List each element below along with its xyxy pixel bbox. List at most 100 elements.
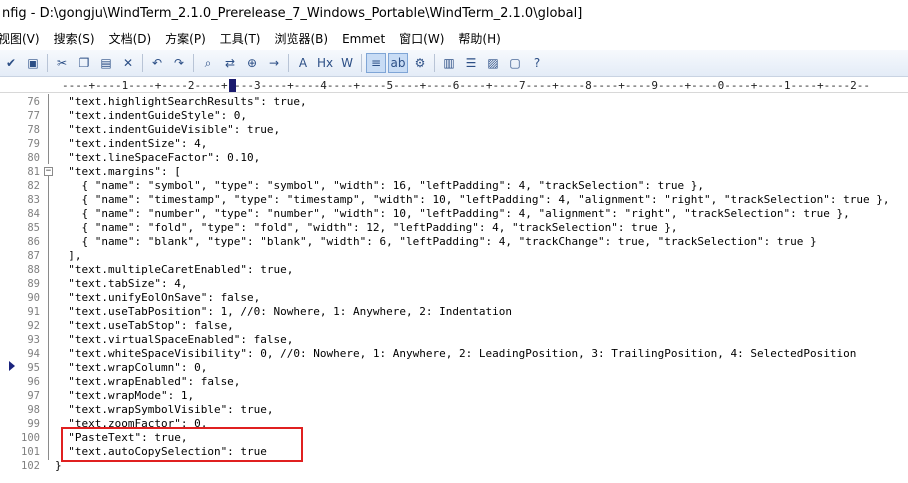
- code-line[interactable]: 95 "text.wrapColumn": 0,: [0, 361, 908, 375]
- code-line[interactable]: 83 { "name": "timestamp", "type": "times…: [0, 193, 908, 207]
- line-number: 100: [21, 432, 40, 444]
- menu-item-5[interactable]: 浏览器(B): [267, 28, 335, 50]
- menu-item-3[interactable]: 方案(P): [158, 28, 213, 50]
- line-code: "text.wrapEnabled": false,: [55, 375, 241, 388]
- line-number: 95: [27, 362, 40, 374]
- code-line[interactable]: 94 "text.whiteSpaceVisibility": 0, //0: …: [0, 347, 908, 361]
- goto-line-icon[interactable]: →: [264, 53, 284, 73]
- undo-icon[interactable]: ↶: [147, 53, 167, 73]
- font-icon[interactable]: A: [293, 53, 313, 73]
- code-line[interactable]: 101 "text.autoCopySelection": true: [0, 445, 908, 459]
- toolbar-separator: [288, 54, 289, 72]
- line-number: 99: [27, 418, 40, 430]
- redo-icon[interactable]: ↷: [169, 53, 189, 73]
- menu-item-4[interactable]: 工具(T): [213, 28, 268, 50]
- window-icon[interactable]: ▢: [505, 53, 525, 73]
- code-line[interactable]: 92 "text.useTabStop": false,: [0, 319, 908, 333]
- line-code: "text.wrapSymbolVisible": true,: [55, 403, 274, 416]
- word-wrap-icon[interactable]: W: [337, 53, 357, 73]
- line-number: 78: [27, 124, 40, 136]
- code-line[interactable]: 91 "text.useTabPosition": 1, //0: Nowher…: [0, 305, 908, 319]
- code-line[interactable]: 102}: [0, 459, 908, 473]
- abc-icon[interactable]: ab: [388, 53, 408, 73]
- line-number: 101: [21, 446, 40, 458]
- line-code: "text.virtualSpaceEnabled": false,: [55, 333, 294, 346]
- code-line[interactable]: 81− "text.margins": [: [0, 165, 908, 179]
- line-number: 93: [27, 334, 40, 346]
- line-code: "text.tabSize": 4,: [55, 277, 188, 290]
- code-line[interactable]: 80 "text.lineSpaceFactor": 0.10,: [0, 151, 908, 165]
- line-number: 76: [27, 96, 40, 108]
- menu-item-0[interactable]: 视图(V): [0, 28, 47, 50]
- find-in-files-icon[interactable]: ⊕: [242, 53, 262, 73]
- code-line[interactable]: 88 "text.multipleCaretEnabled": true,: [0, 263, 908, 277]
- line-code: "text.wrapColumn": 0,: [55, 361, 208, 374]
- code-line[interactable]: 86 { "name": "blank", "type": "blank", "…: [0, 235, 908, 249]
- code-line[interactable]: 99 "text.zoomFactor": 0,: [0, 417, 908, 431]
- code-line[interactable]: 97 "text.wrapMode": 1,: [0, 389, 908, 403]
- panel-icon[interactable]: ▥: [439, 53, 459, 73]
- toolbar-separator: [193, 54, 194, 72]
- menu-item-7[interactable]: 窗口(W): [392, 28, 451, 50]
- menu-item-1[interactable]: 搜索(S): [47, 28, 102, 50]
- code-line[interactable]: 82 { "name": "symbol", "type": "symbol",…: [0, 179, 908, 193]
- line-code: "text.zoomFactor": 0,: [55, 417, 208, 430]
- code-line[interactable]: 93 "text.virtualSpaceEnabled": false,: [0, 333, 908, 347]
- copy-icon[interactable]: ❐: [74, 53, 94, 73]
- code-line[interactable]: 87 ],: [0, 249, 908, 263]
- line-number: 90: [27, 292, 40, 304]
- header-icon[interactable]: Hx: [315, 53, 335, 73]
- code-line[interactable]: 85 { "name": "fold", "type": "fold", "wi…: [0, 221, 908, 235]
- code-line[interactable]: 90 "text.unifyEolOnSave": false,: [0, 291, 908, 305]
- line-code: "text.autoCopySelection": true: [55, 445, 267, 458]
- line-number: 79: [27, 138, 40, 150]
- line-code: "text.unifyEolOnSave": false,: [55, 291, 261, 304]
- window-title: nfig - D:\gongju\WindTerm_2.1.0_Prerelea…: [0, 0, 908, 28]
- spellcheck-icon[interactable]: ✔: [1, 53, 21, 73]
- menu-item-6[interactable]: Emmet: [335, 28, 392, 50]
- line-number: 92: [27, 320, 40, 332]
- code-line[interactable]: 84 { "name": "number", "type": "number",…: [0, 207, 908, 221]
- replace-icon[interactable]: ⇄: [220, 53, 240, 73]
- help-cursor-icon[interactable]: ?: [527, 53, 547, 73]
- line-code: { "name": "number", "type": "number", "w…: [55, 207, 850, 220]
- line-number: 77: [27, 110, 40, 122]
- line-code: ],: [55, 249, 82, 262]
- code-editor[interactable]: 76 "text.highlightSearchResults": true, 7…: [0, 94, 908, 483]
- code-line[interactable]: 100 "PasteText": true,: [0, 431, 908, 445]
- image-icon[interactable]: ▨: [483, 53, 503, 73]
- menu-item-2[interactable]: 文档(D): [102, 28, 159, 50]
- menu-item-8[interactable]: 帮助(H): [451, 28, 507, 50]
- paste-icon[interactable]: ▤: [96, 53, 116, 73]
- line-code: "text.whiteSpaceVisibility": 0, //0: Now…: [55, 347, 857, 360]
- line-code: { "name": "symbol", "type": "symbol", "w…: [55, 179, 705, 192]
- settings-icon[interactable]: ⚙: [410, 53, 430, 73]
- code-line[interactable]: 96 "text.wrapEnabled": false,: [0, 375, 908, 389]
- code-line[interactable]: 79 "text.indentSize": 4,: [0, 137, 908, 151]
- delete-icon[interactable]: ✕: [118, 53, 138, 73]
- line-code: "text.useTabStop": false,: [55, 319, 234, 332]
- find-icon[interactable]: ⌕: [198, 53, 218, 73]
- browser-preview-icon[interactable]: ▣: [23, 53, 43, 73]
- line-number: 102: [21, 460, 40, 472]
- line-code: }: [55, 459, 62, 472]
- list-icon[interactable]: ☰: [461, 53, 481, 73]
- line-number: 82: [27, 180, 40, 192]
- line-number: 91: [27, 306, 40, 318]
- code-line[interactable]: 78 "text.indentGuideVisible": true,: [0, 123, 908, 137]
- ruler-text: ----+----1----+----2----+----3----+----4…: [62, 79, 870, 92]
- line-code: "text.multipleCaretEnabled": true,: [55, 263, 294, 276]
- line-number: 94: [27, 348, 40, 360]
- line-number: 83: [27, 194, 40, 206]
- code-line[interactable]: 89 "text.tabSize": 4,: [0, 277, 908, 291]
- code-line[interactable]: 98 "text.wrapSymbolVisible": true,: [0, 403, 908, 417]
- line-code: "text.highlightSearchResults": true,: [55, 95, 307, 108]
- code-line[interactable]: 76 "text.highlightSearchResults": true,: [0, 95, 908, 109]
- fold-toggle-icon[interactable]: −: [44, 167, 53, 176]
- toolbar-separator: [142, 54, 143, 72]
- toolbar-separator: [434, 54, 435, 72]
- line-code: "text.indentGuideStyle": 0,: [55, 109, 248, 122]
- line-numbers-icon[interactable]: ≡: [366, 53, 386, 73]
- cut-icon[interactable]: ✂: [52, 53, 72, 73]
- code-line[interactable]: 77 "text.indentGuideStyle": 0,: [0, 109, 908, 123]
